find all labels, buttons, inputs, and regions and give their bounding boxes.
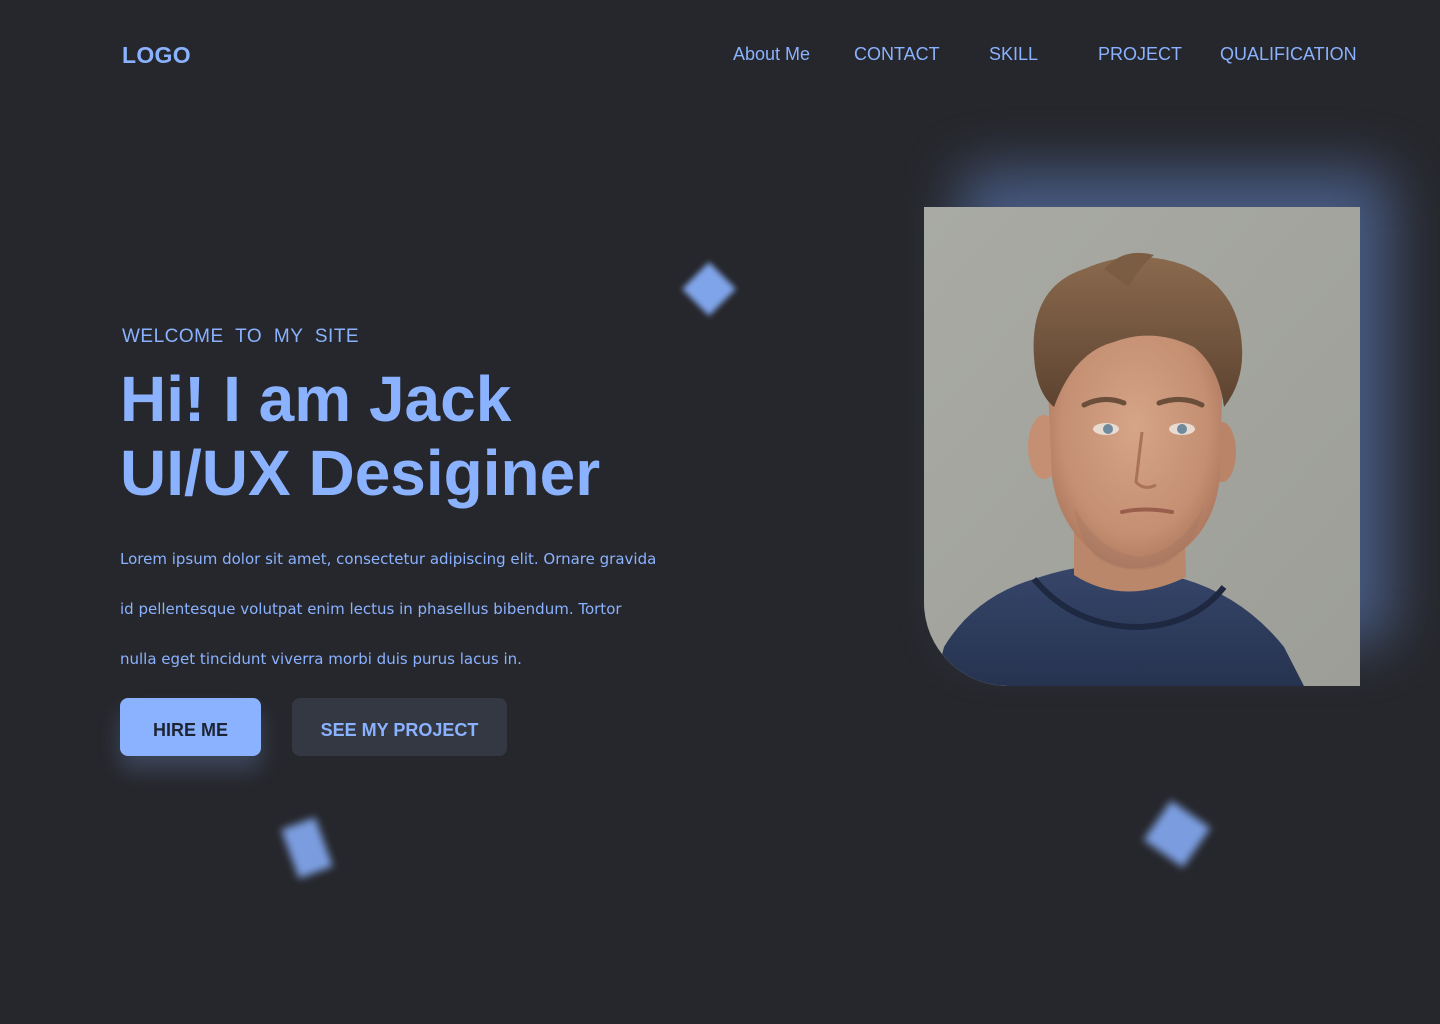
portrait-image: [924, 207, 1360, 686]
hero-headline-line-2: UI/UX Desiginer: [120, 437, 601, 509]
hero-headline: Hi! I am Jack UI/UX Desiginer: [120, 362, 600, 510]
hire-me-button[interactable]: HIRE ME: [120, 698, 261, 756]
hero-description: Lorem ipsum dolor sit amet, consectetur …: [120, 550, 657, 668]
profile-photo: [924, 207, 1360, 686]
hero-headline-line-1: Hi! I am Jack: [120, 363, 512, 435]
logo[interactable]: LOGO: [122, 42, 191, 69]
decorative-cube-icon: [1143, 800, 1211, 868]
decorative-cube-icon: [281, 817, 333, 879]
nav-item-qualification[interactable]: QUALIFICATION: [1220, 44, 1357, 65]
nav-item-skill[interactable]: SKILL: [989, 44, 1038, 65]
decorative-cube-icon: [682, 262, 736, 316]
nav-item-about-me[interactable]: About Me: [733, 44, 810, 65]
nav-item-project[interactable]: PROJECT: [1098, 44, 1182, 65]
hero-eyebrow: WELCOME TO MY SITE: [122, 326, 360, 347]
see-my-project-button[interactable]: SEE MY PROJECT: [292, 698, 507, 756]
nav-item-contact[interactable]: CONTACT: [854, 44, 940, 65]
